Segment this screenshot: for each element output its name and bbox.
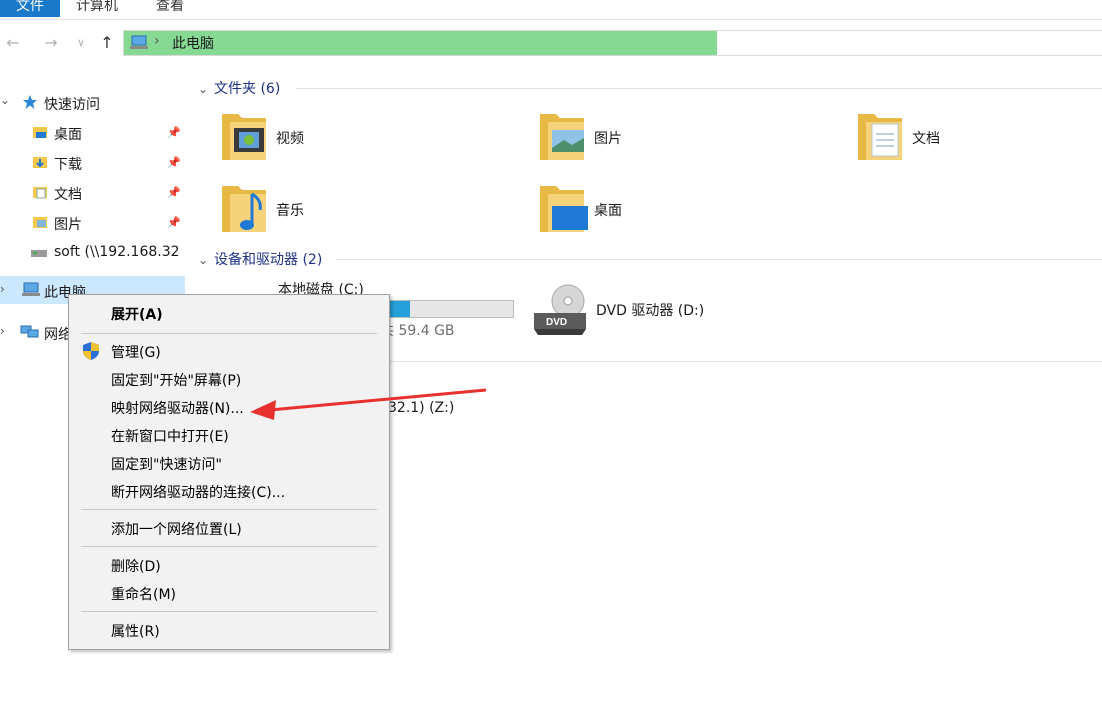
menu-separator	[81, 509, 377, 510]
nav-label: soft (\\192.168.32	[54, 244, 180, 260]
folder-label: 桌面	[594, 203, 622, 219]
menu-item-open-new-window[interactable]: 在新窗口中打开(E)	[69, 422, 389, 448]
menu-item-label: 展开(A)	[111, 307, 163, 323]
folder-videos[interactable]: 视频	[220, 108, 520, 168]
nav-item-documents[interactable]: 文档 📌	[0, 178, 185, 206]
documents-folder-icon	[858, 114, 902, 160]
group-divider	[296, 88, 1102, 89]
address-bar[interactable]: › 此电脑	[123, 30, 1102, 56]
back-arrow-icon[interactable]: ←	[2, 31, 24, 55]
music-folder-icon	[222, 186, 266, 232]
folder-label: 文档	[912, 131, 940, 147]
chevron-down-icon[interactable]: ⌄	[198, 82, 214, 96]
folder-pictures[interactable]: 图片	[538, 108, 838, 168]
folder-documents[interactable]: 文档	[856, 108, 1102, 168]
group-divider	[336, 259, 1102, 260]
computer-icon	[130, 35, 148, 49]
dvd-drive-icon: DVD	[534, 284, 586, 335]
menu-item-label: 重命名(M)	[111, 587, 177, 603]
menu-item-map-network-drive[interactable]: 映射网络驱动器(N)...	[69, 394, 389, 420]
menu-item-label: 在新窗口中打开(E)	[111, 429, 229, 445]
menu-item-pin-to-start[interactable]: 固定到"开始"屏幕(P)	[69, 366, 389, 392]
network-drive-z-label[interactable]: 32.1) (Z:)	[388, 400, 454, 416]
nav-label: 文档	[54, 187, 82, 203]
tab-view[interactable]: 查看	[156, 0, 184, 17]
tab-computer[interactable]: 计算机	[76, 0, 118, 17]
desktop-folder-icon	[540, 186, 588, 232]
menu-item-rename[interactable]: 重命名(M)	[69, 580, 389, 606]
menu-item-label: 映射网络驱动器(N)...	[111, 401, 244, 417]
menu-item-expand[interactable]: 展开(A)	[69, 300, 389, 326]
documents-folder-icon	[33, 187, 47, 199]
nav-quick-access[interactable]: ⌄ 快速访问	[0, 88, 185, 116]
menu-item-label: 固定到"开始"屏幕(P)	[111, 373, 242, 389]
menu-item-label: 删除(D)	[111, 559, 161, 575]
folder-label: 图片	[594, 131, 622, 147]
menu-item-add-network-location[interactable]: 添加一个网络位置(L)	[69, 515, 389, 541]
menu-item-label: 管理(G)	[111, 345, 161, 361]
nav-label: 快速访问	[44, 97, 100, 113]
desktop-folder-icon	[33, 127, 47, 138]
devices-group-header[interactable]: ⌄ 设备和驱动器 (2)	[198, 249, 322, 271]
drive-c-free-text: 共 59.4 GB	[380, 323, 455, 339]
chevron-down-icon[interactable]: ⌄	[198, 253, 214, 267]
menu-separator	[81, 333, 377, 334]
nav-item-network-share[interactable]: soft (\\192.168.32	[0, 238, 185, 266]
menu-item-manage[interactable]: 管理(G)	[69, 338, 389, 364]
star-icon	[23, 95, 37, 109]
chevron-right-icon[interactable]: ›	[0, 324, 5, 338]
menu-item-label: 断开网络驱动器的连接(C)...	[111, 485, 286, 501]
menu-item-delete[interactable]: 删除(D)	[69, 552, 389, 578]
menu-item-label: 属性(R)	[111, 624, 160, 640]
computer-icon	[22, 282, 40, 296]
drive-dvd[interactable]: DVD DVD 驱动器 (D:)	[530, 283, 830, 343]
chevron-right-icon[interactable]: ›	[0, 282, 5, 296]
nav-item-downloads[interactable]: 下载 📌	[0, 148, 185, 176]
pin-icon: 📌	[167, 156, 181, 169]
folders-group-header[interactable]: ⌄ 文件夹 (6)	[198, 78, 280, 100]
ribbon-tabs: 文件 计算机 查看	[0, 0, 1102, 20]
chevron-right-icon[interactable]: ›	[154, 33, 160, 49]
tab-file[interactable]: 文件	[0, 0, 60, 17]
nav-item-desktop[interactable]: 桌面 📌	[0, 118, 185, 146]
navigation-bar: ← → ∨ ↑ › 此电脑	[0, 27, 1102, 61]
nav-label: 图片	[54, 217, 82, 233]
menu-separator	[81, 611, 377, 612]
up-arrow-icon[interactable]: ↑	[96, 31, 118, 55]
folder-music[interactable]: 音乐	[220, 180, 520, 240]
pin-icon: 📌	[167, 186, 181, 199]
drive-d-label: DVD 驱动器 (D:)	[596, 303, 705, 319]
recent-chevron-icon[interactable]: ∨	[70, 31, 92, 55]
folder-label: 视频	[276, 131, 304, 147]
forward-arrow-icon[interactable]: →	[40, 31, 62, 55]
group-title: 设备和驱动器 (2)	[214, 252, 323, 268]
menu-item-label: 固定到"快速访问"	[111, 457, 222, 473]
menu-item-label: 添加一个网络位置(L)	[111, 522, 242, 538]
network-drive-icon	[31, 250, 47, 257]
context-menu: 展开(A) 管理(G) 固定到"开始"屏幕(P) 映射网络驱动器(N)... 在…	[68, 294, 390, 650]
pictures-folder-icon	[33, 217, 47, 228]
nav-label: 下载	[54, 157, 82, 173]
pictures-folder-icon	[540, 114, 584, 160]
group-title: 文件夹 (6)	[214, 81, 281, 97]
folder-label: 音乐	[276, 203, 304, 219]
nav-label: 桌面	[54, 127, 82, 143]
network-icon	[20, 325, 39, 338]
menu-item-pin-quick-access[interactable]: 固定到"快速访问"	[69, 450, 389, 476]
chevron-down-icon[interactable]: ⌄	[0, 93, 10, 107]
menu-item-properties[interactable]: 属性(R)	[69, 617, 389, 643]
pin-icon: 📌	[167, 216, 181, 229]
menu-separator	[81, 546, 377, 547]
download-folder-icon	[33, 157, 47, 168]
uac-shield-icon	[83, 342, 99, 360]
address-path[interactable]: 此电脑	[172, 33, 214, 53]
folder-desktop[interactable]: 桌面	[538, 180, 838, 240]
videos-folder-icon	[222, 114, 266, 160]
menu-item-disconnect-network-drive[interactable]: 断开网络驱动器的连接(C)...	[69, 478, 389, 504]
nav-item-pictures[interactable]: 图片 📌	[0, 208, 185, 236]
dvd-badge: DVD	[546, 317, 567, 328]
pin-icon: 📌	[167, 126, 181, 139]
